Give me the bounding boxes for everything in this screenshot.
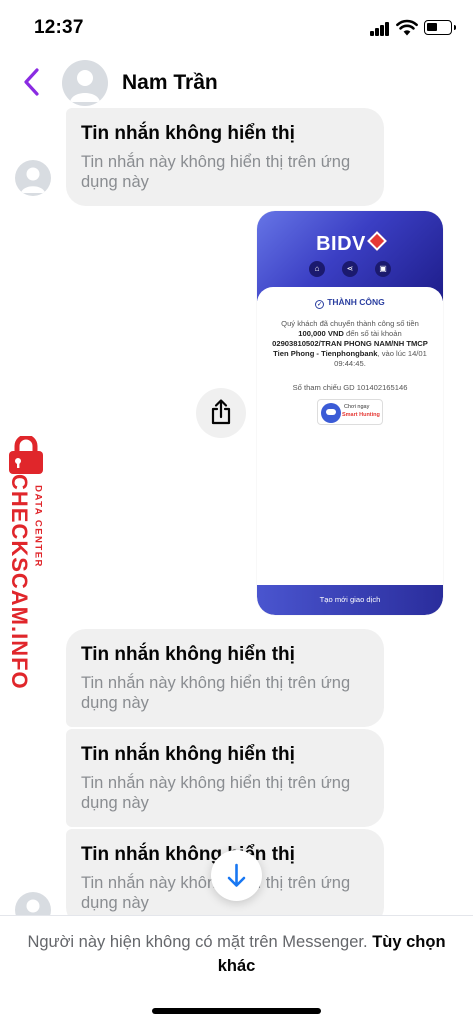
signal-icon [370,22,390,36]
message-title: Tin nhắn không hiển thị [81,644,295,665]
share-small-icon: ⋖ [342,261,358,277]
share-button[interactable] [196,388,246,438]
transfer-receipt-image[interactable]: BIDV ⌂ ⋖ ▣ ✓ THÀNH CÔNG Quý khách đã chuy… [257,211,443,615]
receipt-actions: ⌂ ⋖ ▣ [257,261,443,277]
wifi-icon [396,19,418,36]
message-bubble[interactable]: Tin nhắn không hiển thị Tin nhắn này khô… [66,629,384,727]
image-icon: ▣ [375,261,391,277]
message-subtitle: Tin nhắn này không hiển thị trên ứng dụn… [81,674,351,712]
contact-avatar[interactable] [62,60,108,106]
message-subtitle: Tin nhắn này không hiển thị trên ứng dụn… [81,774,351,812]
back-chevron-icon[interactable] [18,64,44,100]
messenger-chat-screen: 12:37 Nam Trần Tin nhắn không hiển thị T… [0,0,473,1024]
message-title: Tin nhắn không hiển thị [81,123,295,144]
watermark-sub: DATA CENTER [32,485,44,568]
promo-banner: Chơi ngay Smart Hunting [317,399,383,425]
sender-avatar[interactable] [15,160,51,196]
message-bubble[interactable]: Tin nhắn không hiển thị Tin nhắn này khô… [66,108,384,206]
bidv-logo: BIDV [257,231,443,256]
status-time: 12:37 [34,17,84,38]
unavailable-text: Người này hiện không có mặt trên Messeng… [27,933,368,951]
scroll-down-button[interactable] [211,850,262,901]
arrow-down-icon [227,863,246,887]
share-icon [211,399,231,425]
unavailable-notice: Người này hiện không có mặt trên Messeng… [24,930,449,978]
checkscam-watermark: DATA CENTER CHECKSCAM.INFO [0,436,60,690]
new-transaction-button: Tạo mới giao dịch [257,585,443,615]
person-icon [21,167,45,193]
battery-icon [424,20,456,35]
receipt-details: Quý khách đã chuyển thành công số tiền 1… [272,319,428,368]
contact-name[interactable]: Nam Trần [122,71,218,95]
home-icon: ⌂ [309,261,325,277]
mascot-icon [321,403,341,423]
success-status: ✓ THÀNH CÔNG [315,297,385,309]
message-title: Tin nhắn không hiển thị [81,744,295,765]
home-indicator[interactable] [152,1008,321,1014]
person-icon [70,70,100,102]
status-bar: 12:37 [0,0,473,54]
chat-footer: Người này hiện không có mặt trên Messeng… [0,915,473,1024]
receipt-body: ✓ THÀNH CÔNG Quý khách đã chuyển thành cô… [257,287,443,587]
message-bubble[interactable]: Tin nhắn không hiển thị Tin nhắn này khô… [66,729,384,827]
watermark-brand: CHECKSCAM.INFO [7,474,32,690]
reference-number: Số tham chiếu GD 101402165146 [292,383,408,392]
message-subtitle: Tin nhắn này không hiển thị trên ứng dụn… [81,153,351,191]
chat-header: Nam Trần [0,54,473,112]
